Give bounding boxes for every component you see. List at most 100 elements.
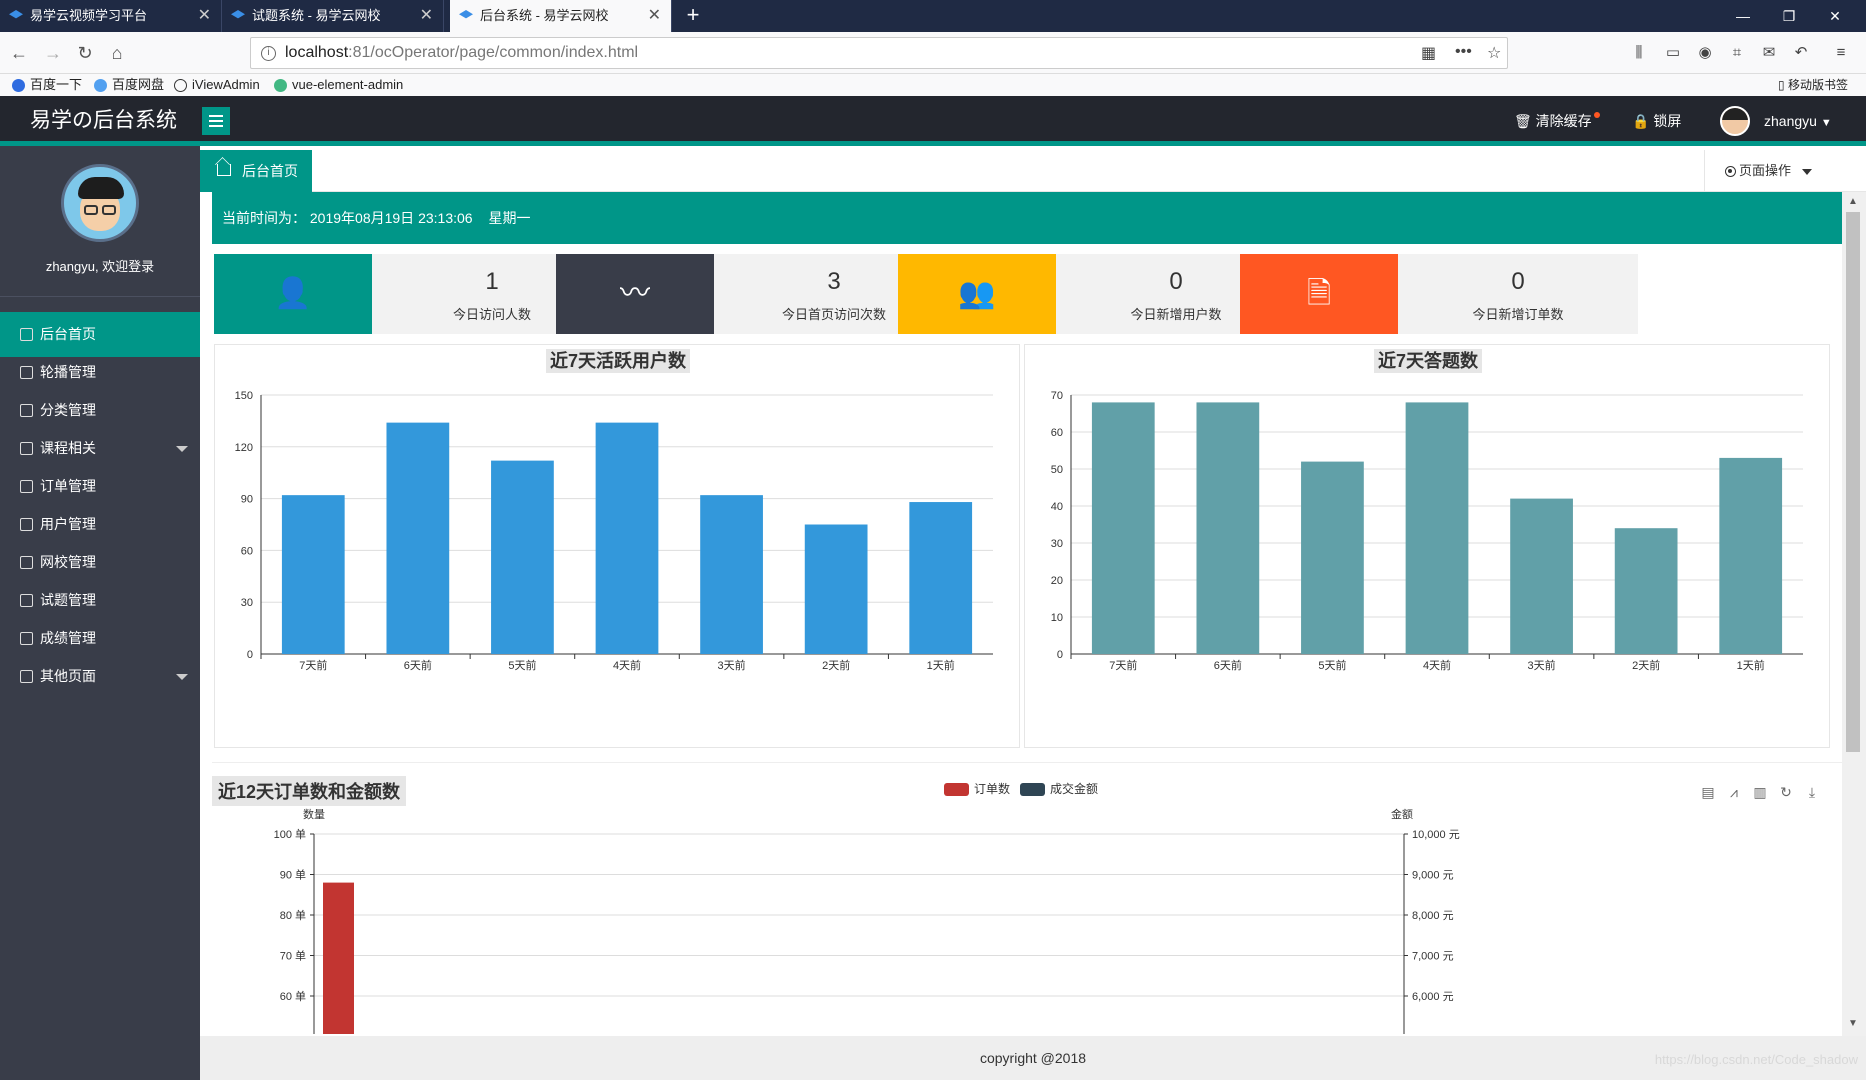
y-tick-label-right: 8,000 元 bbox=[1412, 910, 1454, 922]
y-tick-label: 150 bbox=[235, 390, 253, 402]
answers-chart: 近7天答题数 0 10 20 30 40 50 60 70 7天前 6天前 5天前 4天前 3天前 2天前… bbox=[1024, 344, 1830, 748]
more-actions-icon[interactable]: ••• bbox=[1455, 43, 1472, 61]
url-bar[interactable]: i localhost:81/ocOperator/page/common/in… bbox=[250, 37, 1508, 69]
legend-item[interactable]: 订单数 bbox=[944, 782, 1010, 796]
group-icon: 👥 bbox=[958, 277, 996, 310]
pulse-icon: 〰 bbox=[620, 277, 650, 310]
bookmark-item[interactable]: vue-element-admin bbox=[274, 76, 403, 94]
new-tab-button[interactable]: + bbox=[678, 0, 708, 32]
browser-tab-active[interactable]: 后台系统 - 易学云网校 ✕ bbox=[450, 0, 672, 32]
y-tick-label-right: 6,000 元 bbox=[1412, 991, 1454, 1003]
sidebar-icon[interactable]: ▭ bbox=[1664, 44, 1682, 62]
x-tick-label: 4天前 bbox=[1423, 658, 1451, 672]
bar bbox=[1091, 402, 1155, 654]
browser-tab-bar: 易学云视频学习平台 ✕ 试题系统 - 易学云网校 ✕ 后台系统 - 易学云网校 … bbox=[0, 0, 1866, 32]
sidebar-item[interactable]: 其他页面 bbox=[0, 654, 200, 699]
caret-down-icon bbox=[176, 446, 188, 452]
bar bbox=[909, 502, 973, 654]
bar-chart-icon[interactable]: ▥ bbox=[1752, 784, 1768, 800]
chart-title: 近12天订单数和金额数 bbox=[212, 776, 407, 806]
stat-label: 今日新增订单数 bbox=[1472, 307, 1564, 322]
baidu-icon bbox=[12, 79, 25, 92]
library-icon[interactable]: ⫼ bbox=[1630, 44, 1648, 62]
home-icon bbox=[217, 164, 231, 176]
bookmark-star-icon[interactable]: ☆ bbox=[1487, 43, 1501, 63]
x-tick-label: 7天前 bbox=[1109, 658, 1137, 672]
tab-home[interactable]: 后台首页 bbox=[200, 150, 312, 192]
back-button[interactable]: ← bbox=[6, 40, 32, 66]
welcome-text: zhangyu, 欢迎登录 bbox=[45, 259, 155, 274]
chat-icon[interactable]: ✉ bbox=[1760, 44, 1778, 62]
lock-screen-button[interactable]: 🔒 锁屏 bbox=[1632, 96, 1681, 146]
globe-icon bbox=[174, 79, 187, 92]
y-tick-label: 20 bbox=[1051, 575, 1063, 587]
close-window-button[interactable]: ✕ bbox=[1812, 0, 1858, 32]
screenshot-icon[interactable]: ⌗ bbox=[1728, 44, 1746, 62]
legend-item[interactable]: 成交金额 bbox=[1020, 782, 1098, 796]
y-tick-label: 10 bbox=[1051, 612, 1063, 624]
scroll-up-icon[interactable]: ▲ bbox=[1848, 196, 1858, 207]
download-icon[interactable]: ⤓ bbox=[1804, 784, 1820, 800]
forward-button[interactable]: → bbox=[40, 40, 66, 66]
y-tick-label: 0 bbox=[247, 649, 253, 661]
y-tick-label: 80 单 bbox=[280, 909, 306, 922]
close-tab-icon[interactable]: ✕ bbox=[198, 0, 211, 32]
x-tick-label: 7天前 bbox=[299, 658, 327, 672]
caret-down-icon bbox=[1802, 169, 1812, 175]
site-info-icon[interactable]: i bbox=[261, 46, 276, 61]
y-tick-label: 70 bbox=[1051, 390, 1063, 402]
url-text[interactable]: localhost:81/ocOperator/page/common/inde… bbox=[285, 38, 638, 68]
home-icon[interactable]: ⌂ bbox=[104, 40, 130, 66]
line-chart-icon[interactable]: ⩘ bbox=[1726, 784, 1742, 800]
reload-button[interactable]: ↻ bbox=[72, 40, 98, 66]
stat-card: 〰 3 今日首页访问次数 bbox=[556, 254, 954, 334]
qr-code-icon[interactable]: ▦ bbox=[1421, 43, 1436, 63]
y-axis-label-left: 数量 bbox=[303, 808, 325, 821]
mobile-bookmarks[interactable]: ▯ 移动版书签 bbox=[1778, 76, 1848, 94]
avatar[interactable] bbox=[1720, 106, 1750, 136]
browser-tab-title: 试题系统 - 易学云网校 bbox=[252, 8, 381, 23]
bar bbox=[1196, 402, 1260, 654]
menu-icon[interactable]: ≡ bbox=[1832, 44, 1850, 62]
close-tab-icon[interactable]: ✕ bbox=[420, 0, 433, 32]
footer: copyright @2018 bbox=[200, 1036, 1866, 1080]
bookmark-item[interactable]: 百度网盘 bbox=[94, 76, 164, 94]
undo-icon[interactable]: ↶ bbox=[1792, 44, 1810, 62]
clear-cache-button[interactable]: 🗑 清除缓存 bbox=[1514, 96, 1600, 146]
stat-card: 🗎 0 今日新增订单数 bbox=[1240, 254, 1638, 334]
y-tick-label: 30 bbox=[1051, 538, 1063, 550]
x-tick-label: 4天前 bbox=[613, 658, 641, 672]
browser-tab-title: 后台系统 - 易学云网校 bbox=[480, 8, 609, 23]
browser-tab[interactable]: 试题系统 - 易学云网校 ✕ bbox=[222, 0, 444, 32]
close-tab-icon[interactable]: ✕ bbox=[648, 0, 661, 32]
menu-toggle-button[interactable] bbox=[202, 107, 230, 135]
bookmark-item[interactable]: 百度一下 bbox=[12, 76, 82, 94]
y-tick-label: 60 单 bbox=[280, 990, 306, 1003]
restore-window-button[interactable]: ❐ bbox=[1766, 0, 1812, 32]
y-tick-label: 60 bbox=[1051, 427, 1063, 439]
bar bbox=[1614, 528, 1678, 654]
caret-down-icon: ▼ bbox=[1820, 117, 1832, 129]
account-icon[interactable]: ◉ bbox=[1696, 44, 1714, 62]
page-operations-dropdown[interactable]: 页面操作 bbox=[1704, 150, 1824, 192]
menu-item-icon bbox=[20, 480, 33, 493]
y-tick-label: 90 bbox=[241, 494, 253, 506]
y-tick-label: 30 bbox=[241, 597, 253, 609]
menu-item-icon bbox=[20, 518, 33, 531]
y-tick-label: 90 单 bbox=[280, 869, 306, 882]
document-icon: 🗎 bbox=[1306, 277, 1332, 310]
data-view-icon[interactable]: ▤ bbox=[1700, 784, 1716, 800]
restore-icon[interactable]: ↻ bbox=[1778, 784, 1794, 800]
vertical-scrollbar[interactable]: ▲ ▼ bbox=[1842, 192, 1866, 1036]
minimize-window-button[interactable]: — bbox=[1720, 0, 1766, 32]
bookmark-item[interactable]: iViewAdmin bbox=[174, 76, 260, 94]
orders-chart: 数量 金额 100 单 10,000 元 90 单 9,000 元 80 单 8,000 元 7… bbox=[274, 807, 1460, 1034]
browser-tab[interactable]: 易学云视频学习平台 ✕ bbox=[0, 0, 222, 32]
user-menu[interactable]: zhangyu ▼ bbox=[1764, 96, 1832, 148]
scroll-down-icon[interactable]: ▼ bbox=[1848, 1018, 1858, 1029]
active-users-chart: 近7天活跃用户数 0 30 60 90 120 150 7天前 6天前 5天前 4天前 3天前 2天前… bbox=[214, 344, 1020, 748]
y-axis-label-right: 金额 bbox=[1391, 807, 1413, 821]
scroll-thumb[interactable] bbox=[1846, 212, 1860, 752]
user-icon: 👤 bbox=[274, 277, 312, 310]
menu-item-icon bbox=[20, 556, 33, 569]
